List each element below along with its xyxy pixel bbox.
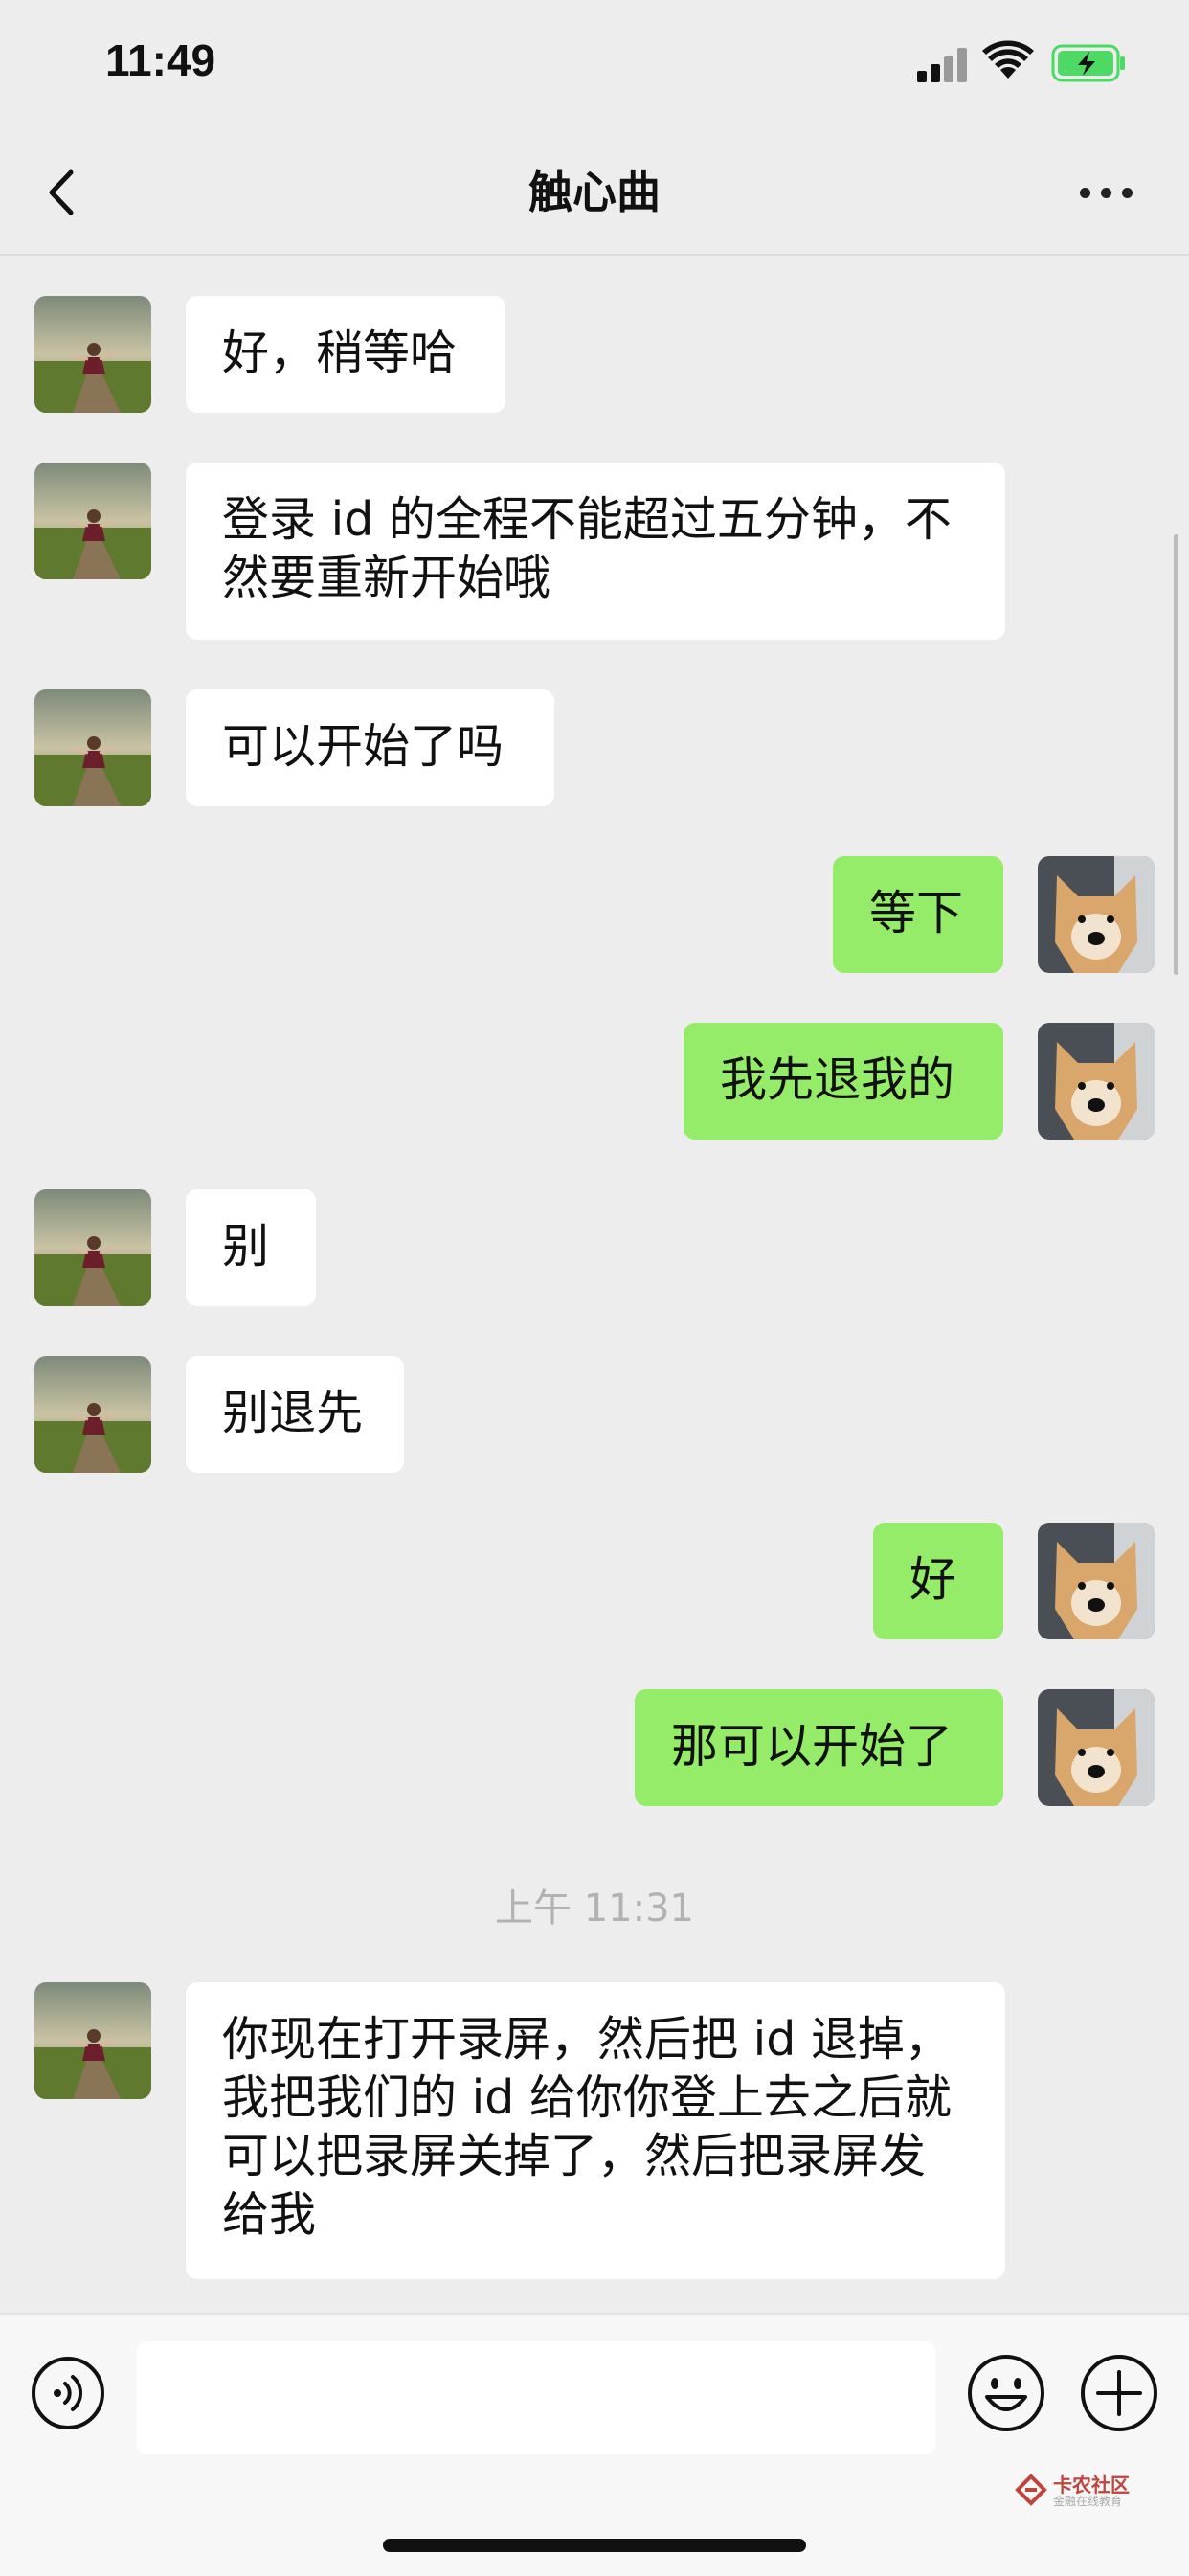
- battery-icon: [1051, 44, 1128, 82]
- status-time: 11:49: [105, 35, 216, 85]
- wifi-icon: [982, 40, 1034, 80]
- input-bar: 卡农社区 金融在线教育: [0, 2313, 1189, 2576]
- chat-header: 触心曲: [0, 134, 1189, 256]
- contact-avatar[interactable]: [34, 463, 151, 579]
- message-bubble[interactable]: 好: [873, 1523, 1003, 1639]
- user-avatar[interactable]: [1038, 1023, 1155, 1140]
- ellipsis-icon[interactable]: [1078, 182, 1135, 205]
- message-bubble[interactable]: 可以开始了吗: [186, 689, 554, 806]
- message-bubble[interactable]: 别退先: [186, 1356, 404, 1473]
- message-bubble[interactable]: 等下: [833, 856, 1003, 973]
- status-bar: 11:49: [0, 0, 1189, 134]
- user-avatar[interactable]: [1038, 856, 1155, 973]
- contact-avatar[interactable]: [34, 1982, 151, 2099]
- watermark-logo: 卡农社区 金融在线教育: [1015, 2468, 1139, 2514]
- plus-icon[interactable]: [1079, 2353, 1159, 2433]
- watermark-tagline: 金融在线教育: [1053, 2495, 1123, 2508]
- message-bubble[interactable]: 好，稍等哈: [186, 296, 505, 413]
- home-indicator[interactable]: [383, 2539, 806, 2552]
- chat-title[interactable]: 触心曲: [0, 159, 1189, 226]
- message-bubble[interactable]: 登录 id 的全程不能超过五分钟，不 然要重新开始哦: [186, 463, 1005, 640]
- message-bubble[interactable]: 别: [186, 1189, 316, 1306]
- scrollbar[interactable]: [1174, 534, 1178, 975]
- cellular-signal-icon: [917, 48, 967, 82]
- contact-avatar[interactable]: [34, 1189, 151, 1306]
- voice-icon[interactable]: [30, 2355, 106, 2431]
- contact-avatar[interactable]: [34, 1356, 151, 1473]
- message-bubble[interactable]: 那可以开始了: [635, 1689, 1003, 1806]
- message-bubble[interactable]: 你现在打开录屏，然后把 id 退掉， 我把我们的 id 给你你登上去之后就 可以…: [186, 1982, 1005, 2279]
- user-avatar[interactable]: [1038, 1689, 1155, 1806]
- message-bubble[interactable]: 我先退我的: [684, 1023, 1003, 1140]
- emoji-icon[interactable]: [966, 2353, 1046, 2433]
- contact-avatar[interactable]: [34, 296, 151, 413]
- user-avatar[interactable]: [1038, 1523, 1155, 1639]
- message-input[interactable]: [137, 2341, 935, 2454]
- contact-avatar[interactable]: [34, 689, 151, 806]
- message-timestamp: 上午 11:31: [495, 1887, 694, 1931]
